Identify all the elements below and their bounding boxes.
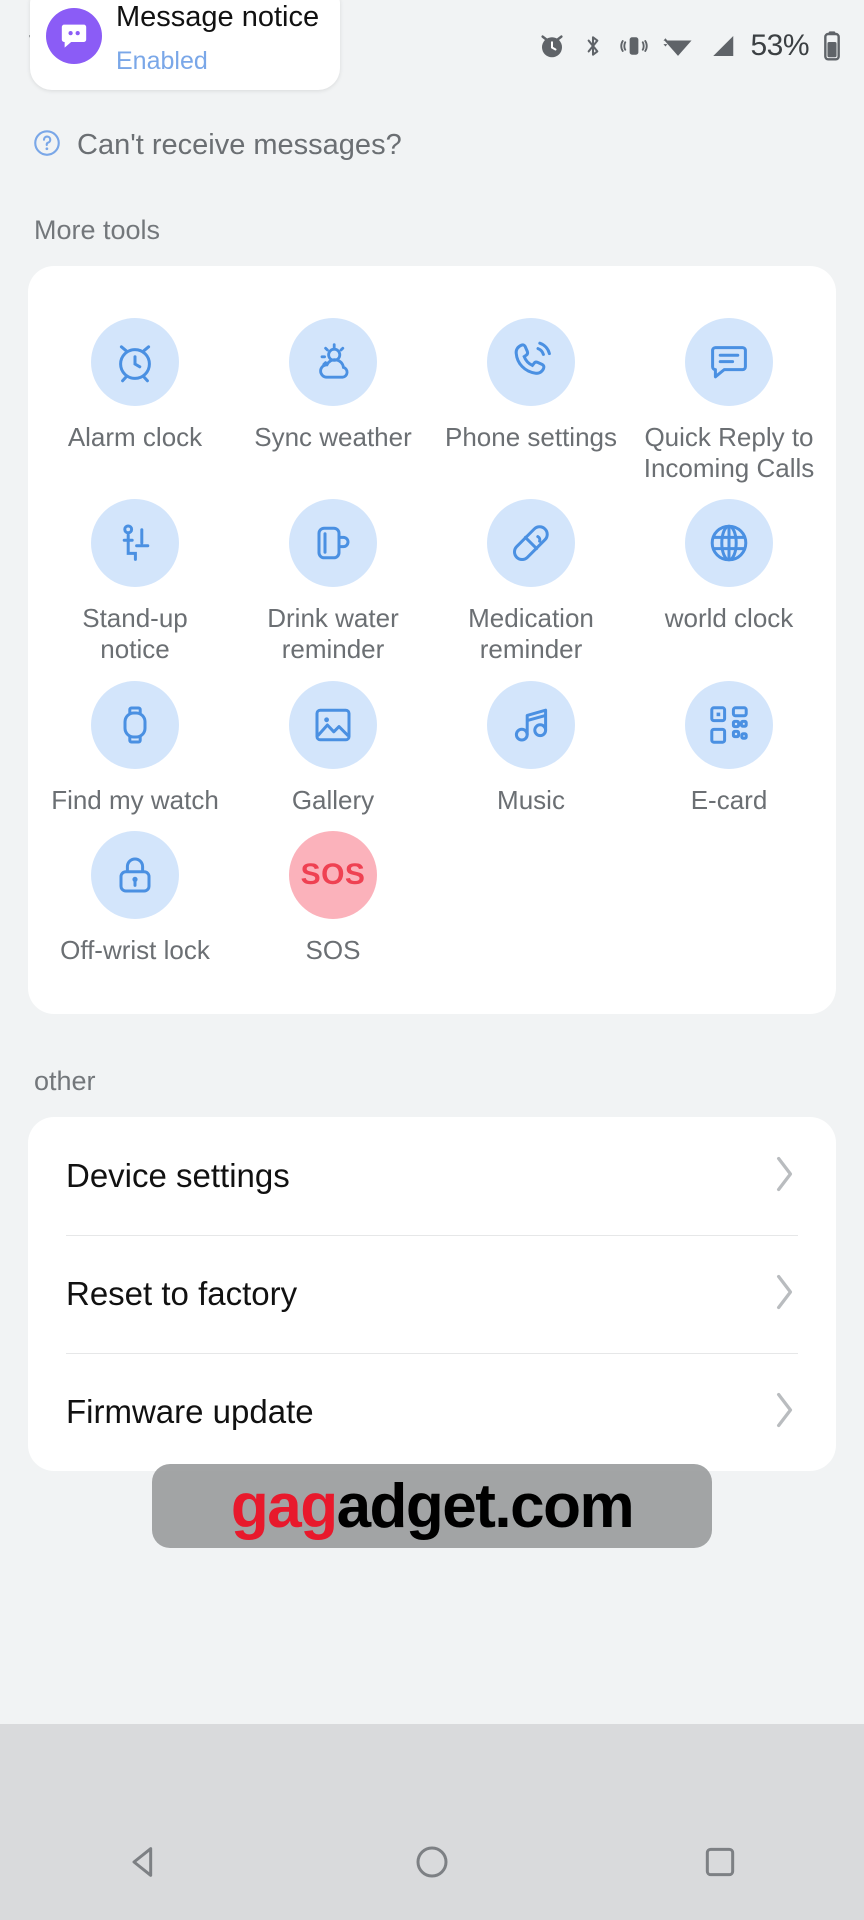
tool-label: Drink water reminder xyxy=(267,603,399,665)
tool-label: Sync weather xyxy=(254,422,412,452)
tool-label: Off-wrist lock xyxy=(60,935,210,966)
bluetooth-icon xyxy=(580,31,606,61)
sos-text-icon: SOS xyxy=(289,831,377,920)
cant-receive-messages-link[interactable]: Can't receive messages? xyxy=(0,92,864,163)
nav-bar-backdrop xyxy=(0,1724,864,1804)
watermark-black: adget.com xyxy=(336,1471,635,1541)
sun-cloud-icon xyxy=(289,318,377,406)
message-notice-card[interactable]: Message notice Enabled xyxy=(30,0,340,90)
battery-percent: 53% xyxy=(750,29,809,62)
list-item-label: Device settings xyxy=(66,1157,290,1195)
tool-label: Music xyxy=(497,784,565,815)
tool-find-my-watch[interactable]: Find my watch xyxy=(36,671,234,816)
tool-quick-reply[interactable]: Quick Reply to Incoming Calls xyxy=(630,308,828,483)
page-content: Can't receive messages? More tools Alarm… xyxy=(0,92,864,1472)
recents-square-icon[interactable] xyxy=(700,1842,740,1882)
battery-icon xyxy=(822,30,842,62)
image-icon xyxy=(289,680,377,769)
phone-ring-icon xyxy=(487,318,575,406)
chat-lines-icon xyxy=(685,318,773,406)
list-item-label: Reset to factory xyxy=(66,1275,298,1313)
help-label: Can't receive messages? xyxy=(77,129,402,161)
notification-texts: Message notice Enabled xyxy=(116,0,319,75)
tool-label: Find my watch xyxy=(51,784,219,815)
tool-off-wrist-lock[interactable]: Off-wrist lock xyxy=(36,821,234,966)
list-item-label: Firmware update xyxy=(66,1393,314,1431)
tool-label: Medication reminder xyxy=(468,603,594,665)
message-bubble-icon xyxy=(46,8,102,64)
watch-icon xyxy=(91,680,179,769)
lock-icon xyxy=(91,831,179,920)
android-nav-bar xyxy=(0,1804,864,1920)
tool-label: SOS xyxy=(305,935,361,966)
more-tools-heading: More tools xyxy=(34,215,161,245)
tool-drink-water[interactable]: Drink water reminder xyxy=(234,489,432,664)
chevron-right-icon xyxy=(772,1154,798,1199)
tool-label: Alarm clock xyxy=(67,422,203,452)
alarm-clock-icon xyxy=(91,318,179,406)
alarm-icon xyxy=(537,31,567,61)
other-list: Device settings Reset to factory Firmwar… xyxy=(28,1117,836,1471)
signal-icon xyxy=(707,31,737,61)
site-watermark: gagadget.com xyxy=(152,1464,712,1548)
tools-grid: Alarm clock Sync weather Phone settings … xyxy=(28,266,836,1014)
tool-music[interactable]: Music xyxy=(432,671,630,816)
tool-label: Phone settings xyxy=(444,422,617,452)
tool-sync-weather[interactable]: Sync weather xyxy=(234,308,432,483)
tool-world-clock[interactable]: world clock xyxy=(630,489,828,664)
tool-stand-up-notice[interactable]: Stand-up notice xyxy=(36,489,234,664)
tool-phone-settings[interactable]: Phone settings xyxy=(432,308,630,483)
question-circle-icon xyxy=(32,128,62,163)
notification-status: Enabled xyxy=(116,47,208,76)
other-heading: other xyxy=(34,1066,96,1097)
stand-up-icon xyxy=(91,499,179,588)
list-item-firmware-update[interactable]: Firmware update xyxy=(66,1353,798,1471)
list-item-reset-to-factory[interactable]: Reset to factory xyxy=(66,1235,798,1353)
tool-label: world clock xyxy=(664,603,794,634)
status-bar-right: 53% xyxy=(537,29,842,63)
tool-label: E-card xyxy=(690,784,768,815)
tool-label: Quick Reply to Incoming Calls xyxy=(643,422,815,483)
chevron-right-icon xyxy=(772,1272,798,1317)
home-circle-icon[interactable] xyxy=(412,1842,452,1882)
tool-gallery[interactable]: Gallery xyxy=(234,671,432,816)
tool-medication-reminder[interactable]: Medication reminder xyxy=(432,489,630,664)
other-card: Device settings Reset to factory Firmwar… xyxy=(28,1117,836,1472)
vibrate-icon xyxy=(619,31,649,61)
pill-capsule-icon xyxy=(487,499,575,588)
more-tools-card: Alarm clock Sync weather Phone settings … xyxy=(28,266,836,1015)
tool-alarm-clock[interactable]: Alarm clock xyxy=(36,308,234,483)
mug-icon xyxy=(289,499,377,588)
tool-label: Gallery xyxy=(291,784,375,815)
tool-ecard[interactable]: E-card xyxy=(630,671,828,816)
notification-title: Message notice xyxy=(116,0,320,33)
tool-label: Stand-up notice xyxy=(82,603,188,665)
qr-code-icon xyxy=(685,680,773,769)
globe-icon xyxy=(685,499,773,588)
sos-label: SOS xyxy=(300,858,366,892)
list-item-device-settings[interactable]: Device settings xyxy=(66,1117,798,1235)
back-triangle-icon[interactable] xyxy=(124,1842,164,1882)
wifi-icon xyxy=(662,31,694,61)
watermark-text: gagadget.com xyxy=(230,1471,635,1542)
tool-sos[interactable]: SOS SOS xyxy=(234,821,432,966)
music-note-icon xyxy=(487,680,575,769)
chevron-right-icon xyxy=(772,1390,798,1435)
watermark-red: gag xyxy=(230,1471,338,1541)
